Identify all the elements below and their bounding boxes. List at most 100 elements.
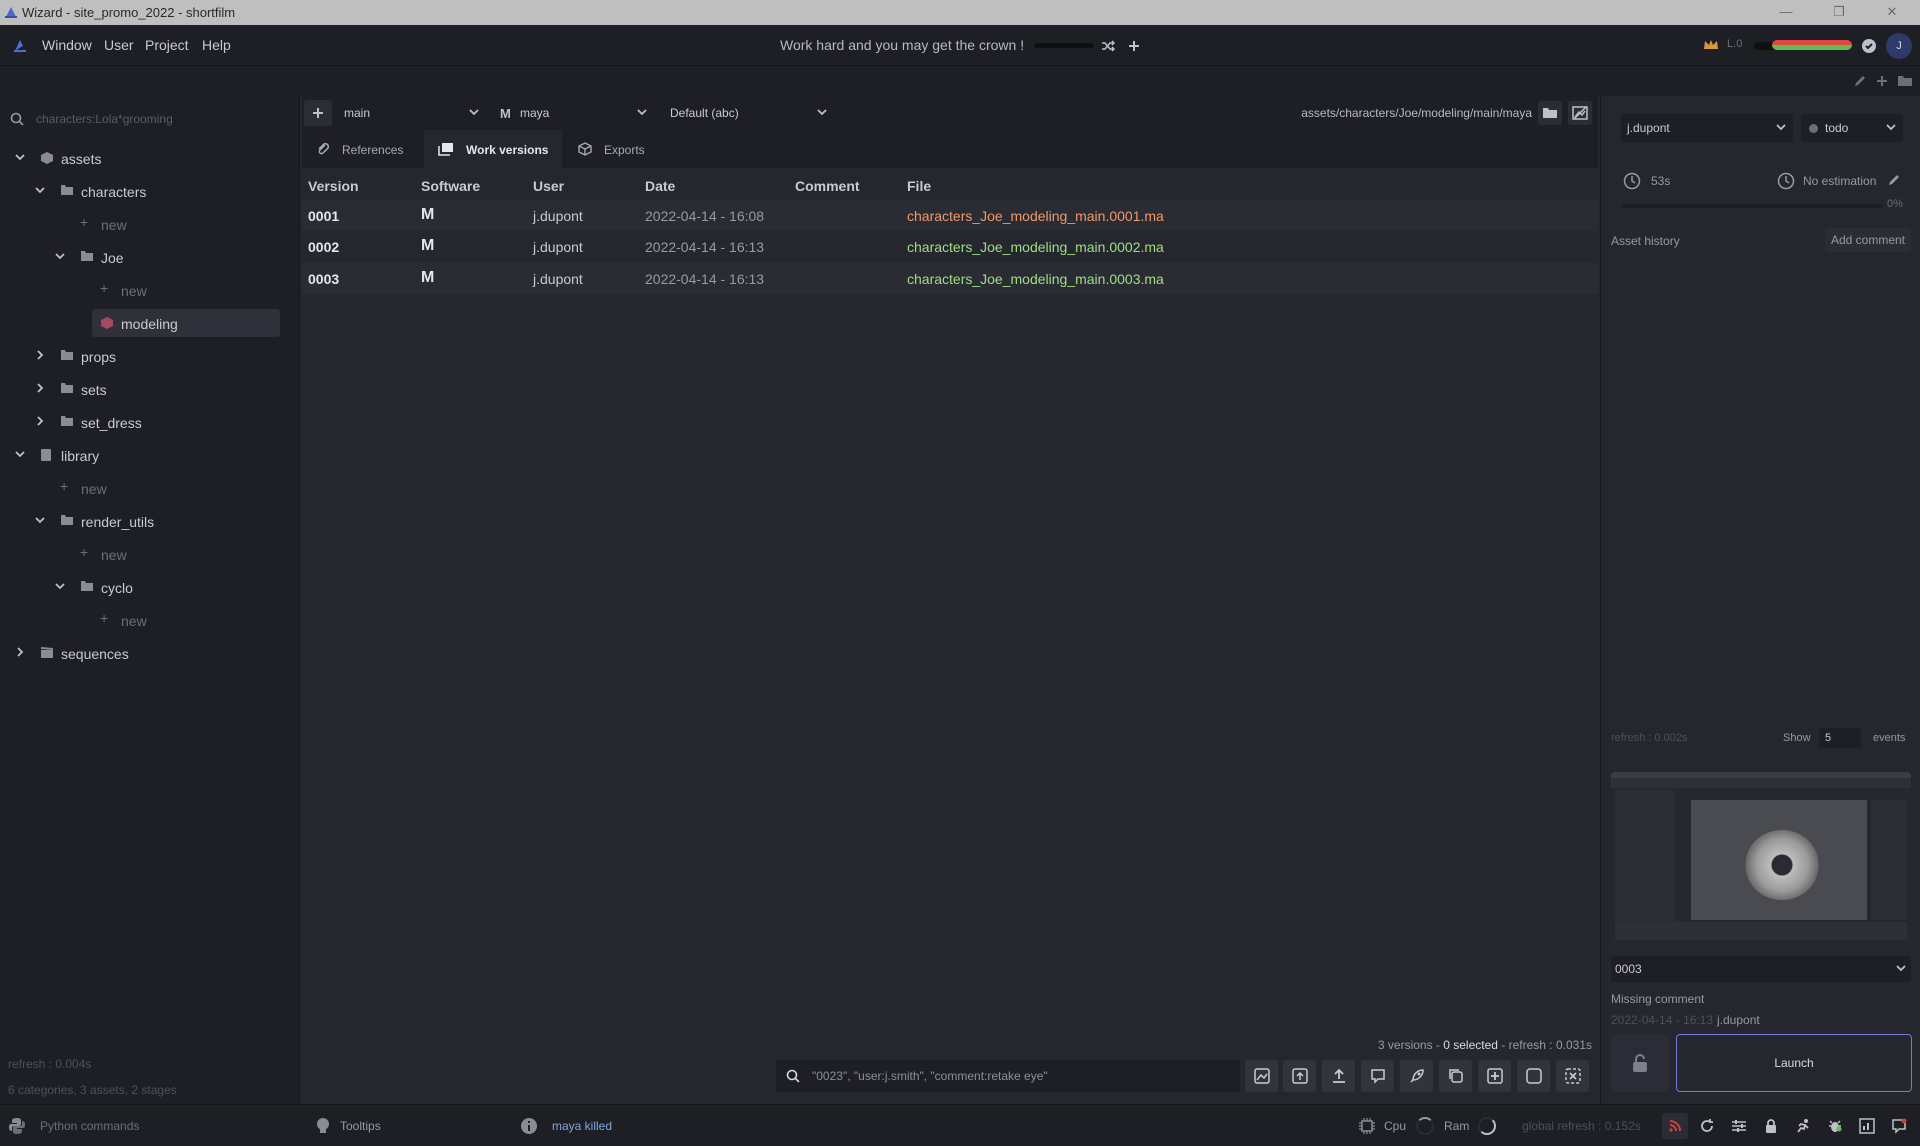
tree-search-input[interactable]: characters:Lola*grooming <box>36 112 173 126</box>
launch-rocket-icon[interactable] <box>1400 1060 1433 1092</box>
tree-item-new[interactable]: + new <box>0 473 300 503</box>
tree-item-new[interactable]: + new <box>0 605 300 635</box>
col-version[interactable]: Version <box>308 178 359 194</box>
lock-icon[interactable] <box>1758 1113 1784 1139</box>
tree-search[interactable]: characters:Lola*grooming <box>0 104 300 134</box>
add-variant-button[interactable] <box>304 100 332 126</box>
tree-item-set-dress[interactable]: set_dress <box>0 407 300 437</box>
menu-user[interactable]: User <box>104 37 134 53</box>
export-format-select[interactable]: Default (abc) <box>666 100 836 126</box>
edit-estimation-icon[interactable] <box>1887 173 1901 187</box>
python-command-input[interactable]: Python commands <box>40 1119 139 1133</box>
assignee-select[interactable]: j.dupont <box>1621 114 1793 142</box>
tree-item-library[interactable]: library <box>0 440 300 470</box>
tree-item-new[interactable]: + new <box>0 209 300 239</box>
plus-icon: + <box>100 610 109 626</box>
rss-icon[interactable] <box>1662 1113 1688 1139</box>
col-comment[interactable]: Comment <box>795 178 860 194</box>
tree-item-modeling[interactable]: modeling <box>0 308 300 338</box>
preview-version-select[interactable]: 0003 <box>1611 956 1911 982</box>
tree-item-new[interactable]: + new <box>0 539 300 569</box>
chevron-right-icon[interactable] <box>34 415 46 427</box>
bug-icon[interactable] <box>1822 1113 1848 1139</box>
open-folder-button[interactable] <box>1538 101 1562 125</box>
col-date[interactable]: Date <box>645 178 675 194</box>
add-comment-button[interactable]: Add comment <box>1825 228 1911 252</box>
version-filter[interactable]: "0023", "user:j.smith", "comment:retake … <box>776 1060 1240 1092</box>
feedback-icon[interactable] <box>1886 1113 1912 1139</box>
add-icon[interactable] <box>1874 73 1890 89</box>
restore-button[interactable]: ❐ <box>1829 4 1849 20</box>
table-row[interactable]: 0003 M j.dupont 2022-04-14 - 16:13 chara… <box>302 263 1598 294</box>
cell-version: 0001 <box>308 208 340 224</box>
chevron-down-icon[interactable] <box>34 184 46 196</box>
col-file[interactable]: File <box>907 178 931 194</box>
comment-icon[interactable] <box>1361 1060 1394 1092</box>
tree-item-joe[interactable]: Joe <box>0 242 300 272</box>
chevron-right-icon[interactable] <box>34 382 46 394</box>
chevron-down-icon[interactable] <box>54 250 66 262</box>
duplicate-icon[interactable] <box>1439 1060 1472 1092</box>
version-preview-image[interactable] <box>1611 772 1911 948</box>
col-software[interactable]: Software <box>421 178 480 194</box>
software-select[interactable]: M maya <box>496 100 656 126</box>
gift-icon[interactable] <box>1859 36 1879 56</box>
chevron-down-icon[interactable] <box>54 580 66 592</box>
filter-input[interactable]: "0023", "user:j.smith", "comment:retake … <box>812 1069 1048 1083</box>
events-count-input[interactable]: 5 <box>1819 728 1861 748</box>
tab-exports[interactable]: Exports <box>562 130 662 168</box>
col-user[interactable]: User <box>533 178 564 194</box>
image-no-icon[interactable] <box>1568 101 1592 125</box>
cell-file: characters_Joe_modeling_main.0002.ma <box>907 239 1164 255</box>
archive-icon[interactable] <box>1556 1060 1589 1092</box>
minimize-button[interactable]: — <box>1776 4 1796 20</box>
empty-square-icon[interactable] <box>1517 1060 1550 1092</box>
user-avatar[interactable]: J <box>1886 33 1912 59</box>
tree-item-cyclo[interactable]: cyclo <box>0 572 300 602</box>
sliders-icon[interactable] <box>1726 1113 1752 1139</box>
running-icon[interactable] <box>1790 1113 1816 1139</box>
folder-icon[interactable] <box>1896 73 1914 89</box>
chevron-down-icon[interactable] <box>14 151 26 163</box>
close-button[interactable]: ✕ <box>1882 4 1902 20</box>
python-icon <box>8 1117 26 1135</box>
lightbulb-icon[interactable] <box>316 1117 330 1135</box>
tree-item-props[interactable]: props <box>0 341 300 371</box>
add-icon[interactable] <box>1124 36 1144 56</box>
menu-help[interactable]: Help <box>202 37 231 53</box>
tree-item-render-utils[interactable]: render_utils <box>0 506 300 536</box>
tab-references[interactable]: References <box>302 130 424 168</box>
info-message: maya killed <box>552 1119 613 1133</box>
chevron-down-icon[interactable] <box>14 448 26 460</box>
import-file-button[interactable] <box>1283 1060 1316 1092</box>
tree-item-characters[interactable]: characters <box>0 176 300 206</box>
motd-text: Work hard and you may get the crown ! <box>780 37 1025 53</box>
chevron-down-icon[interactable] <box>34 514 46 526</box>
work-path: assets/characters/Joe/modeling/main/maya <box>1301 106 1532 120</box>
menu-project[interactable]: Project <box>145 37 189 53</box>
shuffle-icon[interactable] <box>1098 37 1118 55</box>
new-version-icon[interactable] <box>1478 1060 1511 1092</box>
state-select[interactable]: todo <box>1801 114 1903 142</box>
chevron-right-icon[interactable] <box>34 349 46 361</box>
tree-item-sequences[interactable]: sequences <box>0 638 300 668</box>
edit-icon[interactable] <box>1852 73 1868 89</box>
dashboard-icon[interactable] <box>1854 1113 1880 1139</box>
screenshot-button[interactable] <box>1245 1060 1278 1092</box>
tooltips-toggle[interactable]: Tooltips <box>340 1119 381 1133</box>
refresh-icon[interactable] <box>1694 1113 1720 1139</box>
upload-icon[interactable] <box>1322 1060 1355 1092</box>
variant-select[interactable]: main <box>336 100 486 126</box>
tree-item-sets[interactable]: sets <box>0 374 300 404</box>
tab-work-versions[interactable]: Work versions <box>424 130 562 168</box>
table-row[interactable]: 0002 M j.dupont 2022-04-14 - 16:13 chara… <box>302 231 1598 262</box>
table-row[interactable]: 0001 M j.dupont 2022-04-14 - 16:08 chara… <box>302 200 1598 231</box>
menu-window[interactable]: Window <box>42 37 92 53</box>
history-refresh: refresh : 0.002s <box>1611 732 1688 744</box>
folder-icon <box>60 184 74 197</box>
chevron-right-icon[interactable] <box>14 646 26 658</box>
lock-button[interactable] <box>1611 1034 1669 1092</box>
launch-button[interactable]: Launch <box>1676 1034 1912 1092</box>
tree-item-assets[interactable]: assets <box>0 143 300 173</box>
tree-item-new[interactable]: + new <box>0 275 300 305</box>
